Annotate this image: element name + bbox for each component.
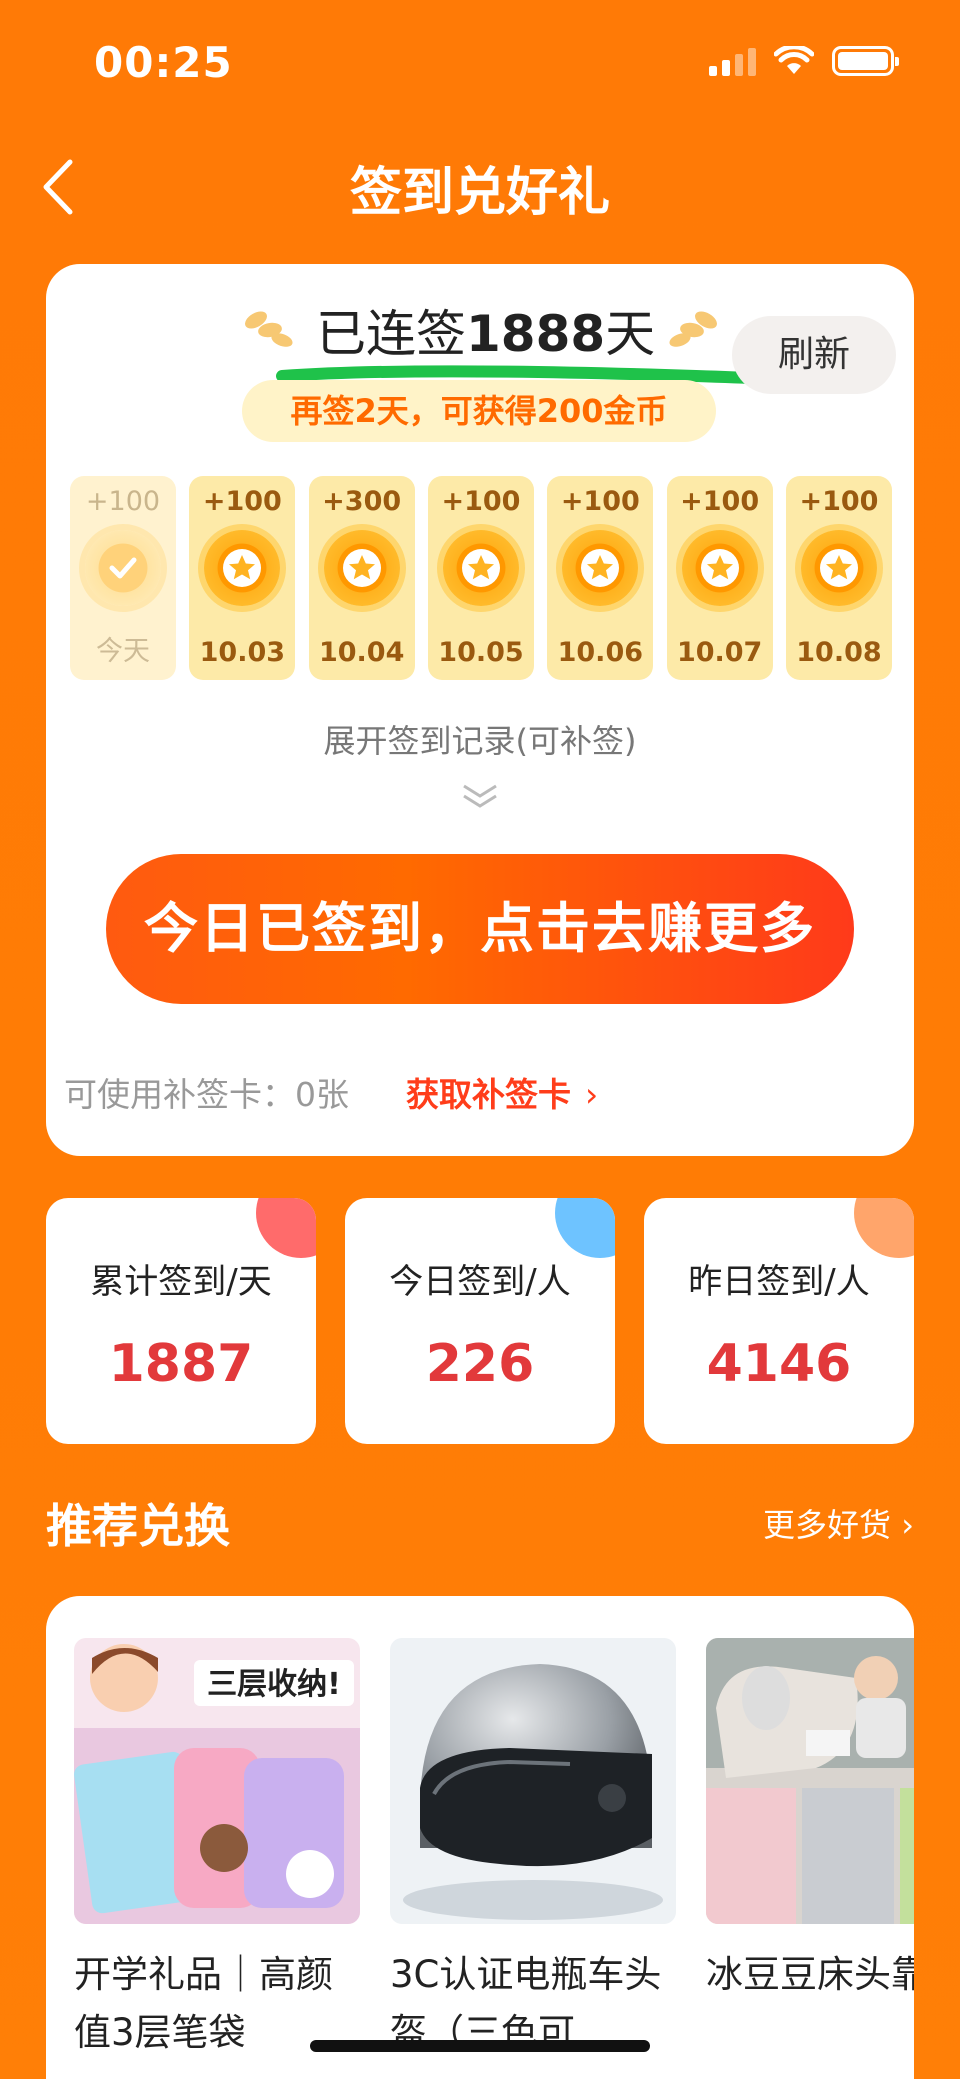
- more-goods-link[interactable]: 更多好货 ›: [763, 1500, 914, 1546]
- recommend-header: 推荐兑换 更多好货 ›: [46, 1490, 914, 1553]
- get-repair-card-link[interactable]: 获取补签卡 ›: [406, 1068, 598, 1116]
- goods-item[interactable]: 三层收纳! 开学礼品｜高颜值3层笔袋: [74, 1638, 360, 2062]
- day-amount: +100: [560, 486, 640, 517]
- day-cell: +100 10.08: [785, 476, 892, 680]
- stat-accent: [256, 1198, 316, 1258]
- star-coin-icon: [800, 530, 877, 606]
- day-date: 10.06: [557, 637, 644, 668]
- expand-records-link[interactable]: 展开签到记录(可补签): [46, 716, 914, 762]
- stat-label: 累计签到/天: [90, 1262, 272, 1302]
- product-image-pillow: [706, 1638, 914, 1924]
- day-amount: +100: [202, 486, 282, 517]
- stat-value: 4146: [706, 1334, 852, 1394]
- repair-card-info: 可使用补签卡：0张: [64, 1068, 349, 1116]
- home-indicator[interactable]: [310, 2040, 650, 2052]
- days-row: +100 今天 +100 10.03 +300 10.04 +100 10.05 +100 10.…: [70, 476, 892, 680]
- stat-accent: [854, 1198, 914, 1258]
- stat-label: 昨日签到/人: [688, 1262, 870, 1302]
- recommend-title: 推荐兑换: [46, 1499, 230, 1553]
- repair-count: 0张: [295, 1075, 349, 1114]
- star-coin-icon: [442, 530, 519, 606]
- product-image-pencil-case: 三层收纳!: [74, 1638, 360, 1924]
- day-cell: +100 10.03: [189, 476, 296, 680]
- star-coin-icon: [204, 530, 281, 606]
- stat-accent: [555, 1198, 615, 1258]
- goods-name: 冰豆豆床头靠: [706, 1953, 914, 1996]
- goods-list: 三层收纳! 开学礼品｜高颜值3层笔袋 3C认证电瓶车头盔（三色可... 冰豆豆床…: [74, 1638, 914, 2062]
- day-date: 10.03: [199, 637, 286, 668]
- signal-icon: [709, 46, 756, 76]
- day-amount: +100: [85, 486, 161, 517]
- day-amount: +100: [680, 486, 760, 517]
- stat-yesterday: 昨日签到/人 4146: [644, 1198, 914, 1444]
- star-coin-icon: [323, 530, 400, 606]
- refresh-button[interactable]: 刷新: [732, 316, 896, 394]
- day-date: 10.08: [796, 637, 882, 668]
- stat-label: 今日签到/人: [389, 1262, 571, 1302]
- day-date: 今天: [96, 636, 150, 667]
- day-date: 10.05: [438, 637, 524, 668]
- day-amount: +300: [322, 486, 402, 517]
- day-amount: +100: [799, 486, 879, 517]
- day-date: 10.04: [318, 637, 405, 668]
- check-icon: [85, 530, 161, 606]
- battery-icon: [832, 46, 899, 76]
- goods-item[interactable]: 冰豆豆床头靠: [706, 1638, 914, 2062]
- earn-more-button[interactable]: 今日已签到，点击去赚更多: [106, 854, 854, 1004]
- streak-header: 已连签1888天 刷新: [46, 294, 914, 394]
- day-amount: +100: [441, 486, 521, 517]
- stat-value: 1887: [108, 1334, 254, 1394]
- sign-in-card: 已连签1888天 刷新 再签2天，可获得200金币 +100 今天 +100 10.0…: [46, 264, 914, 1156]
- day-cell: +100 10.06: [547, 476, 654, 680]
- laurel-right-icon: [669, 311, 717, 347]
- day-cell: +100 今天: [70, 476, 176, 680]
- nav-bar: 签到兑好礼: [0, 130, 960, 240]
- status-icons: [709, 46, 899, 76]
- repair-label: 可使用补签卡：: [64, 1075, 295, 1114]
- star-coin-icon: [681, 530, 758, 606]
- chevron-down-icon[interactable]: [458, 782, 502, 812]
- stat-total: 累计签到/天 1887: [46, 1198, 316, 1444]
- status-time: 00:25: [94, 38, 233, 87]
- stat-value: 226: [425, 1334, 535, 1394]
- day-cell: +100 10.05: [427, 476, 534, 680]
- status-bar: 00:25: [0, 0, 960, 130]
- goods-item[interactable]: 3C认证电瓶车头盔（三色可...: [390, 1638, 676, 2062]
- product-image-helmet: [390, 1638, 676, 1924]
- get-repair-card-label: 获取补签卡: [406, 1075, 571, 1114]
- stats-row: 累计签到/天 1887 今日签到/人 226 昨日签到/人 4146: [46, 1198, 914, 1444]
- streak-hint: 再签2天，可获得200金币: [242, 380, 716, 442]
- product-image-text: 三层收纳!: [207, 1667, 341, 1702]
- page-title: 签到兑好礼: [349, 163, 610, 223]
- laurel-left-icon: [245, 311, 293, 347]
- goods-card: 三层收纳! 开学礼品｜高颜值3层笔袋 3C认证电瓶车头盔（三色可... 冰豆豆床…: [46, 1596, 914, 2079]
- day-date: 10.07: [676, 637, 763, 668]
- star-coin-icon: [562, 530, 639, 606]
- wifi-icon: [774, 46, 814, 74]
- day-cell: +300 10.04: [308, 476, 415, 680]
- stat-today: 今日签到/人 226: [345, 1198, 615, 1444]
- day-cell: +100 10.07: [666, 476, 773, 680]
- chevron-right-icon: ›: [585, 1075, 599, 1114]
